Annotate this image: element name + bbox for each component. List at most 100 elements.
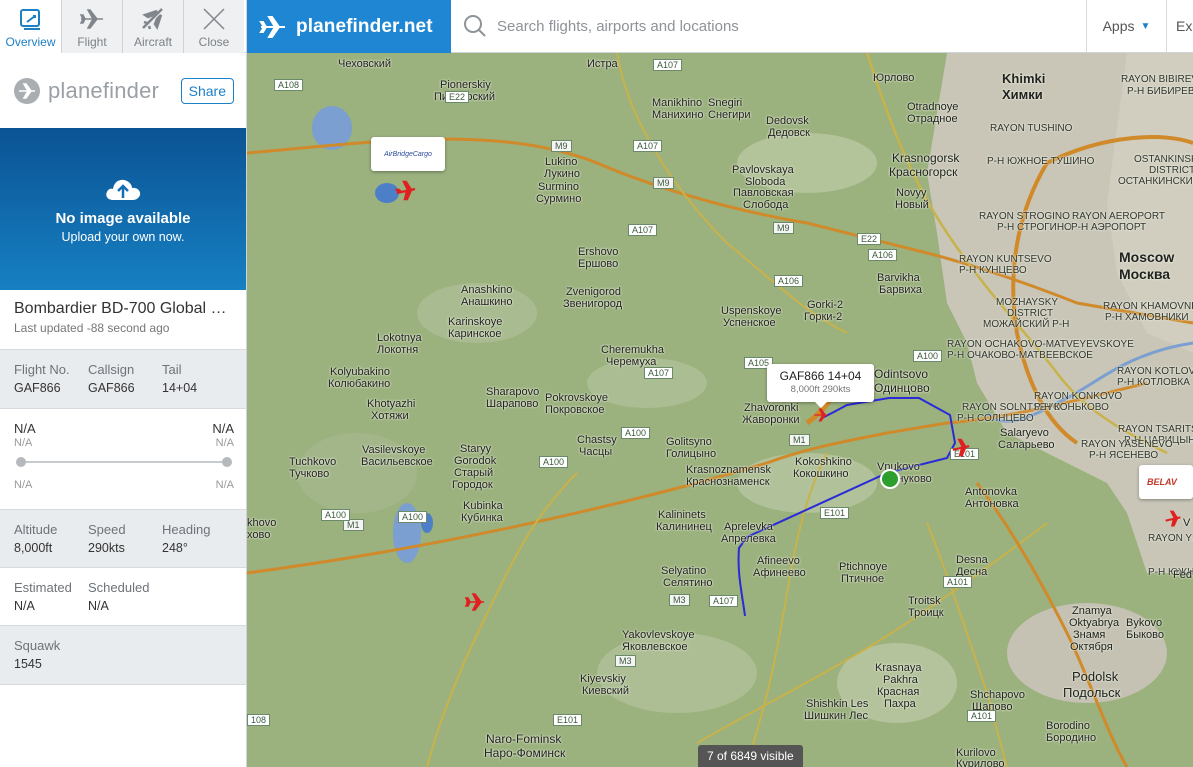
map-label-aprelevka-ru: Апрелевка [721, 533, 776, 545]
extra-menu[interactable]: Ex [1166, 0, 1193, 52]
destination-airport[interactable]: N/A [212, 421, 234, 436]
aircraft-marker-selected[interactable] [813, 407, 829, 423]
map-label-naro-fominsk: Naro-Fominsk [486, 732, 562, 746]
map-label-gorodok: Gorodok [454, 455, 497, 467]
map-label-pakhra: Pakhra [883, 674, 918, 686]
aircraft-marker-2[interactable] [464, 591, 486, 613]
map-label-cheremukha: Cheremukha [601, 344, 664, 356]
map-label-ochakovo: RAYON OCHAKOVO-MATVEYEVSKOYE [947, 339, 1134, 350]
map-label-khotyazhi-ru: Хотяжи [371, 410, 409, 422]
road-shield-a106b: A106 [774, 275, 804, 287]
map-label-chekhovsky: Чеховский [338, 58, 392, 70]
map-label-lukino: Lukino [545, 156, 578, 168]
map-label-konkovo-ru: Р-Н КОНЬКОВО [1034, 402, 1109, 413]
map-label-kotlovka: RAYON KOTLOVKA [1117, 366, 1193, 377]
map-label-ershovo-ru: Ершово [578, 258, 619, 270]
map-label-rayon-tushino: RAYON TUSHINO [990, 123, 1073, 134]
map-label-antonovka: Antonovka [965, 486, 1017, 498]
map-label-anashkino-ru: Анашкино [461, 296, 513, 308]
scheduled-value: N/A [88, 599, 109, 613]
callsign-value: GAF866 [88, 381, 135, 395]
origin-dot [16, 457, 26, 467]
flight-ids-row: Flight No. GAF866 Callsign GAF866 Tail 1… [0, 350, 246, 409]
road-shield-a100b: A100 [621, 427, 651, 439]
scheduled-label: Scheduled [88, 580, 150, 595]
aircraft-type: Bombardier BD-700 Global 5... [14, 300, 232, 317]
overview-icon [19, 9, 40, 30]
tab-close-label: Close [198, 35, 230, 49]
map-label-oktyabrya: Oktyabrya [1069, 617, 1120, 629]
map-label-krasnoznamensk: Krasnoznamensk [686, 464, 771, 476]
map-label-kokoshkino: Kokoshkino [795, 456, 852, 468]
planefinder-logo-icon [14, 77, 40, 104]
map-label-konkovo: RAYON KONKOVO [1034, 391, 1123, 402]
aircraft-marker-1[interactable] [395, 180, 417, 202]
road-shield-a101a: A101 [943, 576, 973, 588]
map-label-uspenskoye: Uspenskoye [721, 305, 782, 317]
map-label-kolyubakino: Kolyubakino [330, 366, 390, 378]
map-label-kiyevskiy-ru: Киевский [582, 685, 629, 697]
tab-close[interactable]: Close [183, 0, 244, 53]
map-label-krasnoznamensk-ru: Краснознаменск [686, 476, 770, 488]
apps-label: Apps [1102, 18, 1135, 34]
airbridgecargo-logo: AirBridgeCargo [384, 150, 432, 158]
map-label-podolsk-ru: Подольск [1063, 685, 1121, 700]
belavia-logo: BELAV [1147, 477, 1177, 487]
callout-subtitle: 8,000ft 290kts [790, 384, 851, 395]
map-label-manikhino: Manikhino [652, 97, 703, 109]
map-label-pokrovskoye: Pokrovskoye [545, 392, 608, 404]
aircraft-marker-4[interactable] [1164, 510, 1182, 528]
plane-icon [79, 9, 103, 29]
map-label-yasenevo: RAYON YASENEVO [1081, 439, 1173, 450]
tab-overview[interactable]: Overview [0, 0, 61, 53]
heading-value: 248° [162, 541, 188, 555]
airport-marker-vnukovo[interactable] [880, 469, 900, 489]
aircraft-marker-3[interactable] [951, 438, 971, 458]
map-label-kalininets-ru: Калининец [656, 521, 712, 533]
flight-callout[interactable]: GAF866 14+04 8,000ft 290kts [767, 364, 874, 408]
map-label-kurilovo-ru: Курилово [956, 758, 1005, 767]
apps-menu[interactable]: Apps ▼ [1086, 0, 1166, 52]
map-label-kolyubakino-ru: Колюбакино [328, 378, 391, 390]
estimated-label: Estimated [14, 580, 72, 595]
map-label-tuchkovo-ru: Тучково [289, 468, 330, 480]
road-shield-a100c: A100 [539, 456, 569, 468]
share-button[interactable]: Share [180, 77, 234, 104]
map-label-sloboda-ru: Слобода [743, 199, 789, 211]
map-label-v: V [1183, 517, 1191, 529]
map-label-gorki2: Gorki-2 [807, 299, 844, 311]
aircraft-photo-placeholder[interactable]: No image available Upload your own now. [0, 128, 246, 290]
map-label-lokotnya: Lokotnya [377, 332, 422, 344]
tab-aircraft-label: Aircraft [133, 35, 172, 49]
map-label-bykovo: Bykovo [1126, 617, 1163, 629]
map-label-aprelevka: Aprelevka [724, 521, 773, 533]
airline-tag-belavia[interactable]: BELAV [1139, 465, 1193, 499]
tail-label: Tail [162, 362, 182, 377]
tail-value: 14+04 [162, 381, 198, 395]
tab-aircraft[interactable]: Aircraft [122, 0, 183, 53]
map-label-kubinka: Kubinka [463, 500, 503, 512]
map-label-afineevo: Afineevo [757, 555, 800, 567]
map-label-afineevo-ru: Афинеево [753, 567, 806, 579]
tab-flight[interactable]: Flight [61, 0, 122, 53]
map-label-zhavoronki: Zhavoronki [744, 402, 799, 414]
airline-tag-airbridgecargo[interactable]: AirBridgeCargo [371, 137, 445, 171]
map-label-kubinka-ru: Кубинка [461, 512, 503, 524]
origin-airport[interactable]: N/A [14, 421, 36, 436]
map[interactable]: Чеховский Истра Pionerskiy Пионерский Ma… [247, 53, 1193, 767]
map-label-oktyabrya-ru: Октября [1070, 641, 1113, 653]
plane-logo-icon [259, 15, 285, 38]
squawk-value: 1545 [14, 657, 42, 671]
map-label-karinskoye: Karinskoye [448, 316, 503, 328]
road-shield-a107e: A107 [709, 595, 739, 607]
search-input[interactable] [497, 17, 1057, 35]
map-label-troitsk-ru: Троицк [908, 607, 944, 619]
road-shield-a107d: A107 [644, 367, 674, 379]
speed-value: 290kts [88, 541, 125, 555]
site-logo[interactable]: planefinder.net [247, 0, 451, 53]
map-label-gorki2-ru: Горки-2 [804, 311, 843, 323]
flight-stats-row: Altitude 8,000ft Speed 290kts Heading 24… [0, 510, 246, 568]
destination-dot [222, 457, 232, 467]
map-label-tsaritsyno: RAYON TSARITSYNO [1118, 424, 1193, 435]
top-bar: planefinder.net Apps ▼ Ex [247, 0, 1193, 53]
